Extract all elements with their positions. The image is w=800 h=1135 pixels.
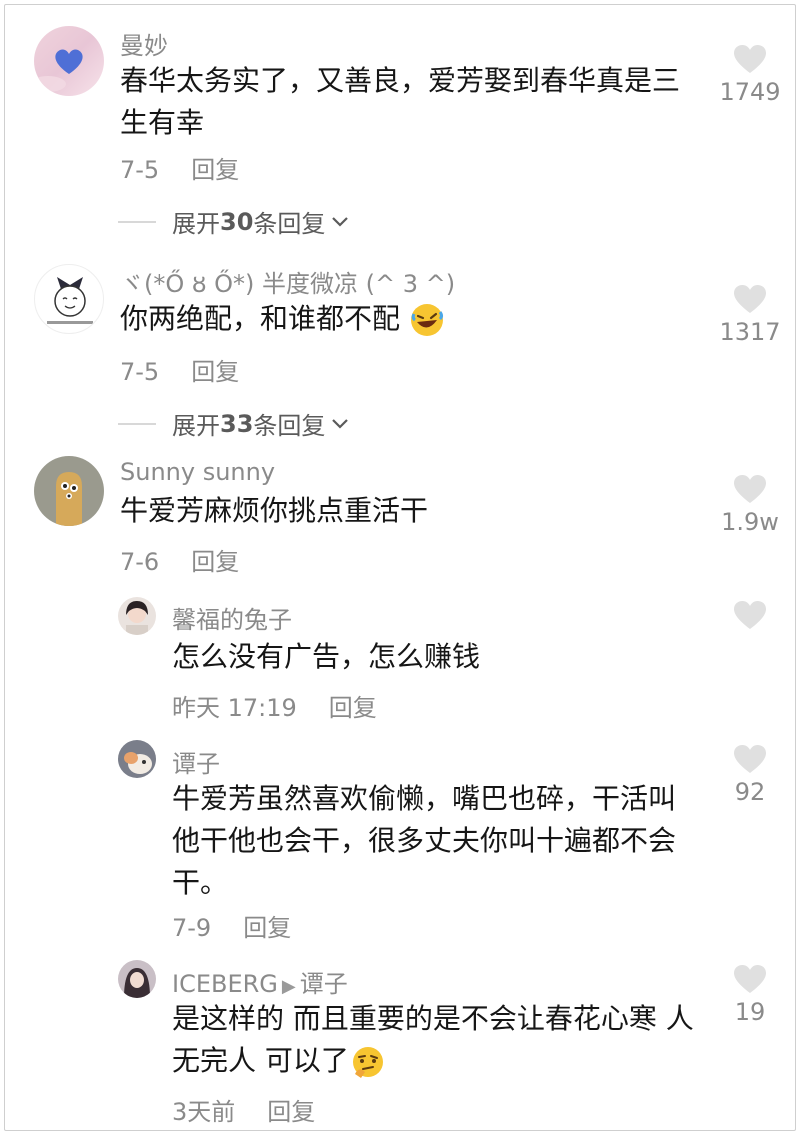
- expand-count: 33: [220, 409, 254, 438]
- thinking-emoji: [352, 1047, 383, 1078]
- comment-date: 7-5: [120, 156, 160, 184]
- like-button[interactable]: 92: [710, 744, 790, 806]
- reply-text-line: 牛爱芳虽然喜欢偷懒，嘴巴也碎，干活叫: [172, 782, 677, 815]
- reply-button[interactable]: 回复: [329, 694, 377, 722]
- expand-label: 条回复: [253, 210, 326, 238]
- like-button[interactable]: 1317: [710, 284, 790, 346]
- reply-text-line: 怎么没有广告，怎么赚钱: [172, 640, 481, 673]
- comment-meta: 7-5 回复: [120, 150, 239, 185]
- comment-text: 你两绝配，和谁都不配: [120, 298, 710, 340]
- like-button[interactable]: 19: [710, 964, 790, 1026]
- reply-button[interactable]: 回复: [267, 1098, 315, 1126]
- reply-button[interactable]: 回复: [191, 548, 239, 576]
- comment-text: 春华太务实了，又善良，爱芳娶到春华真是三 生有幸: [120, 60, 710, 144]
- rofl-emoji: [410, 304, 443, 336]
- reply-text-line: 无完人 可以了: [172, 1044, 349, 1077]
- reply-button[interactable]: 回复: [191, 156, 239, 184]
- comment-text-line: 你两绝配，和谁都不配: [120, 302, 401, 335]
- reply-username[interactable]: 谭子: [172, 744, 220, 779]
- reply-text: 是这样的 而且重要的是不会让春花心寒 人 无完人 可以了: [172, 998, 712, 1082]
- reply-text: 牛爱芳虽然喜欢偷懒，嘴巴也碎，干活叫 他干他也会干，很多丈夫你叫十遍都不会 干。: [172, 778, 712, 904]
- avatar[interactable]: [118, 740, 156, 778]
- expand-label: 展开: [172, 412, 220, 440]
- cartoon-face-avatar-image: [47, 277, 93, 324]
- reply-meta: 昨天 17:19 回复: [172, 688, 377, 723]
- heart-icon: [734, 475, 766, 503]
- reply-username-link[interactable]: ICEBERG: [172, 970, 278, 998]
- reply-button[interactable]: 回复: [243, 914, 291, 942]
- heart-icon: [734, 601, 766, 629]
- divider-line: [118, 422, 156, 425]
- comment-username[interactable]: Sunny sunny: [120, 458, 275, 486]
- expand-replies-button[interactable]: 展开 30 条回复: [118, 204, 349, 239]
- girl-portrait-avatar-image: [126, 601, 148, 635]
- reply-username: ICEBERG ▶ 谭子: [172, 964, 348, 999]
- comment-text-line: 牛爱芳麻烦你挑点重活干: [120, 494, 429, 527]
- reply-text-line: 是这样的 而且重要的是不会让春花心寒 人: [172, 1002, 694, 1035]
- comment-username[interactable]: ヾ(*Ő ȣ Ő*) 半度微凉 (^ 3 ^): [120, 264, 455, 299]
- reply-to-arrow-icon: ▶: [281, 976, 296, 997]
- reply-text-line-with-emoji: 无完人 可以了: [172, 1040, 712, 1082]
- avatar[interactable]: [118, 960, 156, 998]
- avatar[interactable]: [34, 456, 104, 526]
- comment-date: 7-5: [120, 358, 160, 386]
- comment-meta: 7-6 回复: [120, 542, 239, 577]
- avatar[interactable]: [34, 26, 104, 96]
- heart-icon: [734, 965, 766, 993]
- cartoon-character-avatar-image: [56, 472, 82, 526]
- divider-line: [118, 220, 156, 223]
- heart-cloud-avatar-image: [34, 49, 83, 92]
- reply-button[interactable]: 回复: [191, 358, 239, 386]
- heart-icon: [734, 45, 766, 73]
- comment-date: 7-6: [120, 548, 160, 576]
- comment-text-line: 春华太务实了，又善良，爱芳娶到春华真是三: [120, 64, 681, 97]
- reply-meta: 7-9 回复: [172, 908, 291, 943]
- expand-label: 条回复: [253, 412, 326, 440]
- reply-username[interactable]: 馨福的兔子: [172, 600, 292, 635]
- portrait-avatar-image: [124, 968, 150, 998]
- heart-icon: [734, 285, 766, 313]
- like-button[interactable]: 1.9w: [710, 474, 790, 536]
- expand-label: 展开: [172, 210, 220, 238]
- comment-meta: 7-5 回复: [120, 352, 239, 387]
- like-count: 1317: [719, 318, 781, 346]
- cat-photo-avatar-image: [124, 752, 152, 774]
- like-count: 1.9w: [721, 508, 779, 536]
- chevron-down-icon: [332, 216, 349, 227]
- comment-text: 牛爱芳麻烦你挑点重活干: [120, 490, 710, 532]
- reply-date: 昨天 17:19: [172, 694, 297, 722]
- like-count: 1749: [719, 78, 781, 106]
- like-count: 92: [734, 778, 766, 806]
- heart-icon: [734, 745, 766, 773]
- reply-text-line: 他干他也会干，很多丈夫你叫十遍都不会: [172, 824, 677, 857]
- reply-date: 7-9: [172, 914, 212, 942]
- chevron-down-icon: [332, 418, 349, 429]
- like-button[interactable]: [710, 600, 790, 634]
- comment-username[interactable]: 曼妙: [120, 26, 168, 61]
- reply-meta: 3天前 回复: [172, 1092, 315, 1127]
- reply-date: 3天前: [172, 1098, 236, 1126]
- reply-to-username[interactable]: 谭子: [300, 970, 348, 998]
- reply-text-line: 干。: [172, 866, 229, 899]
- avatar[interactable]: [34, 264, 104, 334]
- expand-replies-button[interactable]: 展开 33 条回复: [118, 406, 349, 441]
- comment-text-line: 生有幸: [120, 106, 205, 139]
- like-button[interactable]: 1749: [710, 44, 790, 106]
- expand-count: 30: [220, 207, 254, 236]
- like-count: 19: [734, 998, 766, 1026]
- avatar[interactable]: [118, 597, 156, 635]
- reply-text: 怎么没有广告，怎么赚钱: [172, 636, 712, 678]
